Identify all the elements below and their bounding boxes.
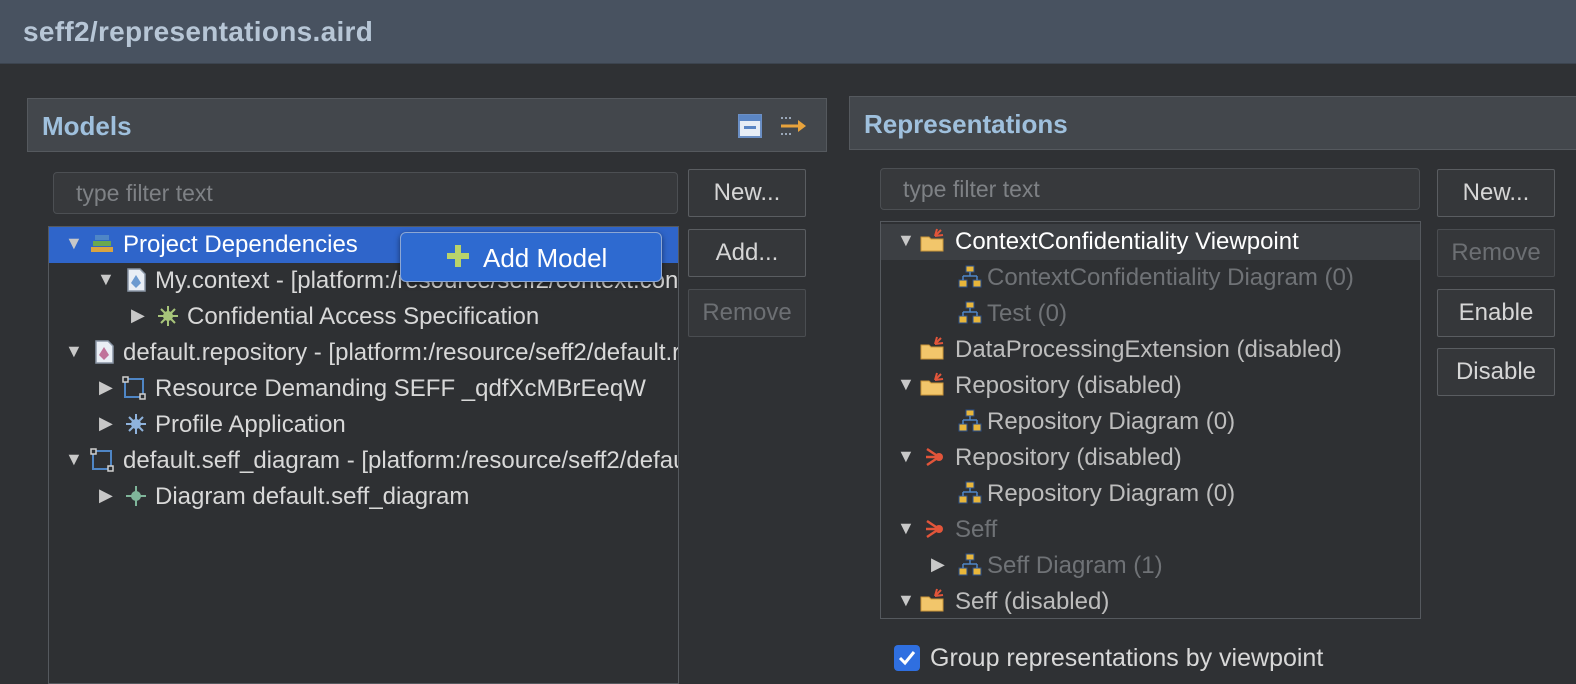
tree-item-label: Profile Application (155, 411, 346, 438)
window-title: seff2/representations.aird (23, 16, 374, 47)
project-dependencies-icon (91, 235, 113, 252)
representations-disable-button[interactable]: Disable (1437, 348, 1555, 396)
seff-diagram-icon (122, 376, 146, 400)
collapsed-arrow-icon[interactable]: ▶ (99, 485, 119, 505)
viewpoint-folder-icon (920, 372, 944, 396)
tree-item-label: Seff Diagram (1) (987, 552, 1163, 579)
collapsed-arrow-icon[interactable]: ▶ (99, 377, 119, 397)
representations-enable-button[interactable]: Enable (1437, 289, 1555, 337)
expand-arrow-icon[interactable]: ▼ (897, 374, 917, 394)
viewpoint-icon (926, 447, 943, 467)
expand-arrow-icon[interactable]: ▼ (65, 233, 85, 253)
tree-item-label: default.repository - [platform:/resource… (123, 339, 678, 366)
collapsed-arrow-icon[interactable]: ▶ (99, 413, 119, 433)
expand-arrow-icon[interactable]: ▼ (897, 446, 917, 466)
representations-filter-input[interactable] (880, 168, 1420, 210)
diagram-icon (958, 553, 982, 576)
viewpoint-folder-icon (920, 336, 944, 360)
collapsed-arrow-icon[interactable]: ▶ (131, 305, 151, 325)
model-file-icon (127, 268, 146, 292)
models-section-header: Models (27, 98, 827, 152)
tree-item-default-seff-diagram[interactable]: ▼ default.seff_diagram - [platform:/reso… (49, 443, 678, 479)
tree-item-label: Confidential Access Specification (187, 303, 540, 330)
viewpoint-icon (926, 519, 943, 539)
add-model-label: Add Model (483, 243, 608, 273)
tree-item-default-repository[interactable]: ▼ default.repository - [platform:/resour… (49, 335, 678, 371)
expand-arrow-icon[interactable]: ▼ (897, 230, 917, 250)
tree-item-label: Repository Diagram (0) (987, 480, 1236, 507)
tree-item-label: Project Dependencies (123, 231, 358, 258)
tree-item-label: Resource Demanding SEFF _qdfXcMBrEeqW (155, 375, 646, 402)
tree-item-label: default.seff_diagram - [platform:/resour… (123, 447, 678, 474)
tree-item-contextconfidentiality-viewpoint[interactable]: ▼ ContextConfidentiality Viewpoint (881, 224, 1420, 260)
viewpoint-folder-icon (920, 588, 944, 612)
representations-new-button[interactable]: New... (1437, 169, 1555, 217)
expand-arrow-icon[interactable]: ▼ (97, 269, 117, 289)
representations-remove-button[interactable]: Remove (1437, 229, 1555, 277)
link-with-editor-icon[interactable] (778, 111, 808, 141)
diagram-icon (958, 265, 982, 288)
model-element-icon (158, 306, 178, 326)
expand-arrow-icon[interactable]: ▼ (897, 518, 917, 538)
tree-item-label: Repository Diagram (0) (987, 408, 1236, 435)
representations-section-header: Representations (849, 96, 1576, 150)
expand-arrow-icon[interactable]: ▼ (65, 449, 85, 469)
tree-item-label: Repository (disabled) (955, 372, 1182, 399)
viewpoint-folder-icon (920, 228, 944, 252)
models-title: Models (42, 111, 132, 141)
expand-arrow-icon[interactable]: ▼ (65, 341, 85, 361)
seff-diagram-icon (90, 448, 114, 472)
repository-file-icon (95, 340, 114, 364)
checkmark-icon (898, 651, 916, 666)
representations-title: Representations (864, 109, 1068, 139)
tree-item-label: Seff (955, 516, 998, 543)
tree-item-resource-demanding-seff[interactable]: ▶ Resource Demanding SEFF _qdfXcMBrEeqW (49, 371, 678, 407)
representations-tree[interactable]: ▼ ContextConfidentiality Viewpoint Conte… (880, 221, 1421, 619)
tree-item-label: Repository (disabled) (955, 444, 1182, 471)
tree-item-label: DataProcessingExtension (disabled) (955, 336, 1342, 363)
profile-icon (126, 414, 146, 434)
collapsed-arrow-icon[interactable]: ▶ (931, 554, 951, 574)
diagram-icon (958, 301, 982, 324)
tree-item-label: ContextConfidentiality Diagram (0) (987, 264, 1354, 291)
collapse-all-icon[interactable] (736, 111, 766, 141)
models-remove-button[interactable]: Remove (688, 289, 806, 337)
plus-icon (447, 245, 469, 267)
tree-item-label: Test (0) (987, 300, 1068, 327)
tree-item-label: Seff (disabled) (955, 588, 1110, 615)
title-bar: seff2/representations.aird (0, 0, 1576, 64)
diagram-element-icon (126, 486, 146, 506)
diagram-icon (958, 481, 982, 504)
add-model-popup[interactable]: Add Model (400, 232, 662, 282)
models-filter-input[interactable] (53, 172, 678, 214)
models-add-button[interactable]: Add... (688, 229, 806, 277)
diagram-icon (958, 409, 982, 432)
models-tree[interactable]: ▼ Project Dependencies ▼ My.context - [p… (48, 226, 679, 684)
tree-item-label: Diagram default.seff_diagram (155, 483, 470, 510)
group-by-viewpoint-checkbox[interactable] (894, 645, 920, 671)
expand-arrow-icon[interactable]: ▼ (897, 590, 917, 610)
models-new-button[interactable]: New... (688, 169, 806, 217)
tree-item-label: ContextConfidentiality Viewpoint (955, 228, 1299, 255)
group-by-viewpoint-label[interactable]: Group representations by viewpoint (930, 644, 1323, 673)
